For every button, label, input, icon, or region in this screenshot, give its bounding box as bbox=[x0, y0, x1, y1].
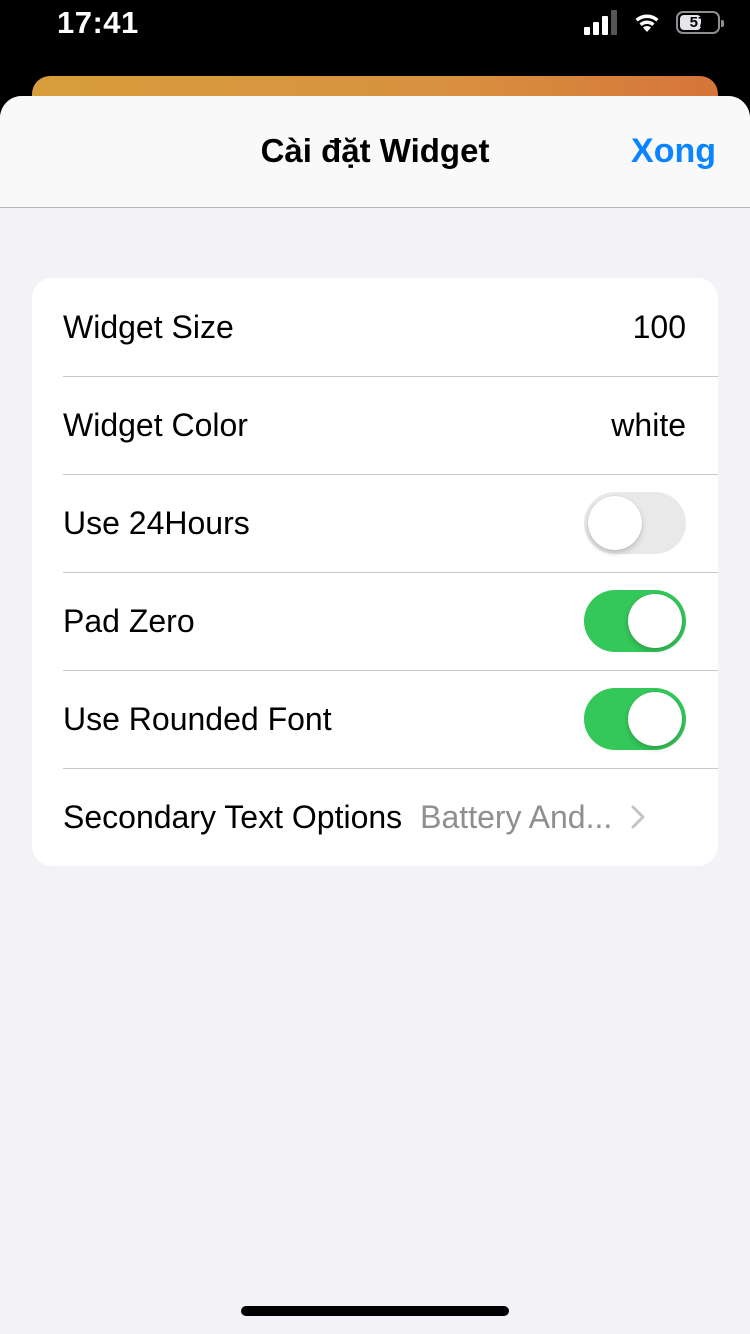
setting-row-pad-zero: Pad Zero bbox=[32, 572, 718, 670]
setting-label: Use 24Hours bbox=[63, 504, 250, 541]
toggle-knob bbox=[588, 496, 642, 550]
setting-label: Use Rounded Font bbox=[63, 700, 332, 737]
setting-row-use-rounded-font: Use Rounded Font bbox=[32, 670, 718, 768]
setting-value: white bbox=[611, 406, 686, 443]
setting-label: Pad Zero bbox=[63, 602, 195, 639]
settings-sheet: Cài đặt Widget Xong Widget Size 100 Widg… bbox=[0, 96, 750, 1334]
pad-zero-toggle[interactable] bbox=[584, 590, 686, 652]
status-icons: 57 bbox=[584, 9, 724, 35]
chevron-right-icon bbox=[631, 805, 645, 829]
toggle-knob bbox=[628, 692, 682, 746]
setting-row-widget-color[interactable]: Widget Color white bbox=[32, 376, 718, 474]
setting-label: Widget Color bbox=[63, 406, 248, 443]
setting-value: Battery And... bbox=[420, 798, 613, 835]
home-indicator[interactable] bbox=[241, 1306, 509, 1316]
wifi-icon bbox=[632, 10, 662, 34]
nav-bar: Cài đặt Widget Xong bbox=[0, 96, 750, 208]
status-bar: 17:41 57 bbox=[0, 0, 750, 76]
setting-label: Widget Size bbox=[63, 308, 234, 345]
status-time: 17:41 bbox=[57, 5, 139, 40]
setting-row-widget-size[interactable]: Widget Size 100 bbox=[32, 278, 718, 376]
setting-value: 100 bbox=[632, 308, 686, 345]
setting-row-secondary-text-options[interactable]: Secondary Text Options Battery And... bbox=[32, 768, 718, 866]
done-button[interactable]: Xong bbox=[631, 132, 716, 171]
use-rounded-font-toggle[interactable] bbox=[584, 688, 686, 750]
setting-row-use-24hours: Use 24Hours bbox=[32, 474, 718, 572]
settings-group: Widget Size 100 Widget Color white Use 2… bbox=[32, 278, 718, 866]
battery-percentage: 57 bbox=[689, 13, 707, 31]
battery-icon: 57 bbox=[676, 10, 724, 34]
setting-label: Secondary Text Options bbox=[63, 798, 403, 835]
use-24hours-toggle[interactable] bbox=[584, 492, 686, 554]
cellular-signal-icon bbox=[584, 9, 618, 35]
toggle-knob bbox=[628, 594, 682, 648]
